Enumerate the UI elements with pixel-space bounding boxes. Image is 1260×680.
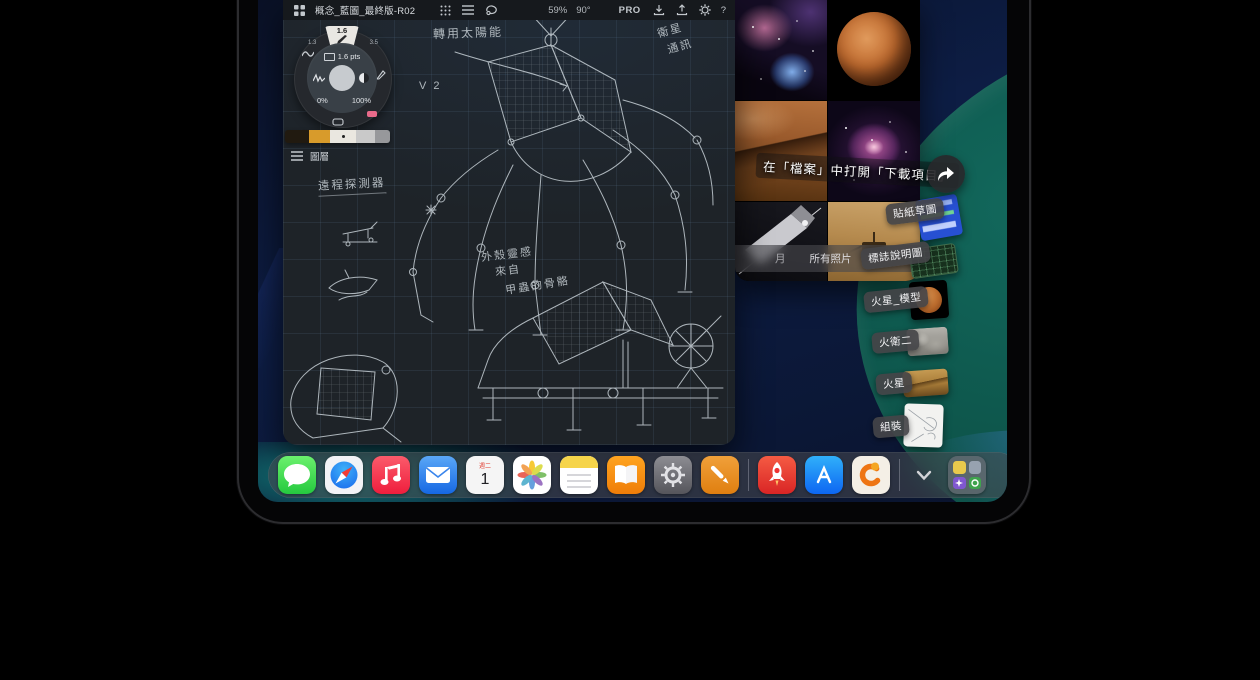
mini-app-gray (969, 461, 982, 474)
swatch-gray[interactable] (375, 130, 390, 143)
swatch-dark[interactable] (285, 130, 309, 143)
center-knob[interactable] (329, 65, 355, 91)
card-icon (324, 53, 335, 61)
app-library-icon[interactable] (948, 456, 986, 494)
draw-app-icon[interactable] (701, 456, 739, 494)
photo-orion-nebula[interactable] (828, 101, 920, 201)
photos-tab-months[interactable]: 月 (775, 251, 786, 266)
dock-divider (748, 459, 749, 491)
rotation-value[interactable]: 90° (576, 5, 590, 16)
nebula-art (735, 0, 827, 100)
annotation-probe: 遠程探測器 (318, 174, 386, 197)
rocket-app-icon[interactable] (758, 456, 796, 494)
opacity-min: 0% (317, 96, 328, 105)
pen-nib-icon (376, 70, 386, 80)
eraser-icon (366, 110, 378, 118)
photos-tab-all[interactable]: 所有照片 (810, 251, 852, 266)
orion-art (828, 101, 920, 201)
photo-mars-globe[interactable] (828, 0, 920, 100)
brush-size-left: 1.3 (308, 40, 316, 46)
brush-settings-disk[interactable]: 1.6 pts 0% 100% (307, 43, 377, 113)
mini-app-yellow (953, 461, 966, 474)
layers-list-icon[interactable] (461, 3, 475, 17)
brush-size-right: 3.5 (370, 40, 378, 46)
layers-menu-icon (291, 151, 303, 161)
zoom-level[interactable]: 59% (548, 5, 567, 16)
photos-icon[interactable] (513, 456, 551, 494)
photo-mars-surface[interactable] (735, 101, 827, 201)
ipad-screen: 月 所有照片 (258, 0, 1007, 502)
dock-divider (899, 459, 900, 491)
stars (752, 26, 754, 28)
opacity-max: 100% (352, 96, 371, 105)
mail-icon[interactable] (419, 456, 457, 494)
scene: 月 所有照片 (0, 0, 1260, 680)
active-brush-size: 1.6 (337, 26, 347, 35)
pressure-icon (313, 73, 325, 83)
share-arrow-button[interactable] (927, 155, 965, 193)
mini-app-green (969, 477, 982, 490)
notes-icon[interactable] (560, 456, 598, 494)
safari-icon[interactable] (325, 456, 363, 494)
swatch-amber[interactable] (309, 130, 330, 143)
import-icon[interactable] (652, 3, 666, 17)
pro-badge[interactable]: PRO (619, 5, 641, 16)
books-icon[interactable] (607, 456, 645, 494)
lasso-icon[interactable] (484, 3, 498, 17)
help-button[interactable]: ? (721, 5, 726, 16)
app-library-grid (953, 461, 981, 489)
photo-nebula[interactable] (735, 0, 827, 100)
forward-arrow-icon (936, 165, 956, 183)
brush-size-label: 1.6 pts (338, 52, 361, 61)
marker-icon (332, 118, 344, 126)
drag-label-mars[interactable]: 火星 (875, 371, 913, 395)
music-icon[interactable] (372, 456, 410, 494)
dots-grid-icon[interactable] (438, 3, 452, 17)
brush-tool-wheel[interactable]: 1.6 1.3 3.5 1.6 pts 0% (294, 26, 390, 126)
settings-gear-icon[interactable] (698, 3, 712, 17)
assembly-sketch-art (903, 403, 943, 447)
photos-grid (735, 0, 920, 281)
messages-icon[interactable] (278, 456, 316, 494)
chevron-down-icon (915, 469, 933, 481)
annotation-solar: 轉用太陽能 (433, 23, 504, 42)
app-toolbar: 概念_藍圖_最終版-R02 59% 90° PRO (283, 0, 735, 20)
calendar-weekday: 週二 (479, 464, 491, 471)
swatch-ivory-selected[interactable] (330, 130, 356, 143)
photos-window: 月 所有照片 (735, 0, 920, 281)
annotation-version: V 2 (419, 80, 442, 92)
color-swatch-bar[interactable] (285, 130, 390, 143)
selected-dot (342, 135, 345, 138)
swatch-lightgray[interactable] (356, 130, 375, 143)
dock-collapse-chevron[interactable] (909, 456, 939, 494)
mini-app-purple (953, 477, 966, 490)
settings-icon[interactable] (654, 456, 692, 494)
drag-label-assembly[interactable]: 組裝 (872, 414, 910, 438)
calendar-day: 1 (481, 471, 490, 488)
drag-label-deimos[interactable]: 火衛二 (871, 329, 920, 354)
share-export-icon[interactable] (675, 3, 689, 17)
size-row: 1.6 pts (307, 52, 377, 61)
gallery-grid-icon[interactable] (292, 3, 306, 17)
mars-surface-art (735, 101, 827, 201)
layers-chip[interactable]: 圖層 (291, 149, 329, 163)
app-store-icon[interactable] (805, 456, 843, 494)
stars (845, 127, 847, 129)
assembly-sketch-thumbnail[interactable] (903, 403, 943, 447)
concepts-app-window: 轉用太陽能 V 2 衛星 通訊 遠程探測器 外殼靈感 來自 甲蟲的骨骼 概念_藍… (283, 0, 735, 445)
calendar-icon[interactable]: 週二 1 (466, 456, 504, 494)
document-title[interactable]: 概念_藍圖_最終版-R02 (315, 3, 415, 17)
layers-label: 圖層 (310, 149, 329, 163)
opacity-icon (359, 73, 369, 83)
dock: 週二 1 (268, 452, 1007, 498)
annotation-shell-2: 來自 (494, 260, 522, 279)
concepts-app-icon[interactable] (852, 456, 890, 494)
mars-sphere-art (837, 12, 911, 86)
